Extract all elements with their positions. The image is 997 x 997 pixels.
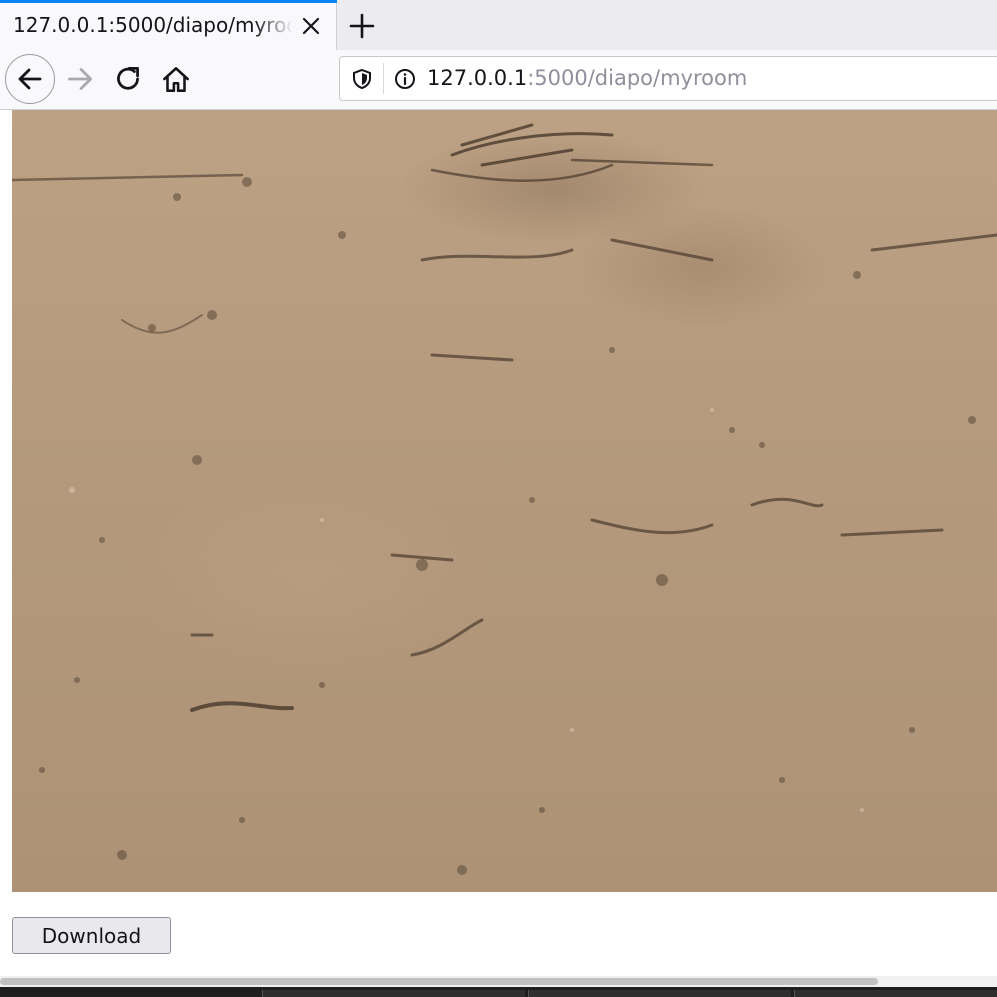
shield-icon[interactable] xyxy=(350,67,374,91)
url-text[interactable]: 127.0.0.1:5000/diapo/myroom xyxy=(427,66,747,90)
sand-texture xyxy=(12,123,997,875)
tab-title: 127.0.0.1:5000/diapo/myroom xyxy=(13,13,293,37)
info-icon[interactable] xyxy=(393,67,417,91)
scrollbar-thumb[interactable] xyxy=(0,978,878,985)
address-bar-separator xyxy=(383,63,384,94)
back-arrow-icon xyxy=(18,68,42,90)
reload-icon[interactable] xyxy=(111,62,145,96)
horizontal-scrollbar[interactable] xyxy=(0,976,997,987)
plus-icon[interactable] xyxy=(346,10,378,42)
slideshow-image xyxy=(12,110,997,892)
active-tab-indicator xyxy=(0,0,337,3)
home-icon[interactable] xyxy=(159,62,193,96)
tab-strip: 127.0.0.1:5000/diapo/myroom xyxy=(0,0,997,50)
taskbar-item[interactable] xyxy=(794,990,997,997)
navigation-toolbar: 127.0.0.1:5000/diapo/myroom xyxy=(0,50,997,110)
taskbar-item[interactable] xyxy=(262,990,525,997)
browser-tab[interactable]: 127.0.0.1:5000/diapo/myroom xyxy=(0,0,337,50)
taskbar xyxy=(0,987,997,997)
url-path: :5000/diapo/myroom xyxy=(527,66,748,90)
address-bar[interactable]: 127.0.0.1:5000/diapo/myroom xyxy=(339,56,997,101)
forward-arrow-icon[interactable] xyxy=(63,62,97,96)
back-button[interactable] xyxy=(5,54,55,104)
url-host: 127.0.0.1 xyxy=(427,66,528,90)
download-button[interactable]: Download xyxy=(12,917,171,954)
taskbar-item[interactable] xyxy=(528,990,791,997)
close-icon[interactable] xyxy=(299,14,323,38)
